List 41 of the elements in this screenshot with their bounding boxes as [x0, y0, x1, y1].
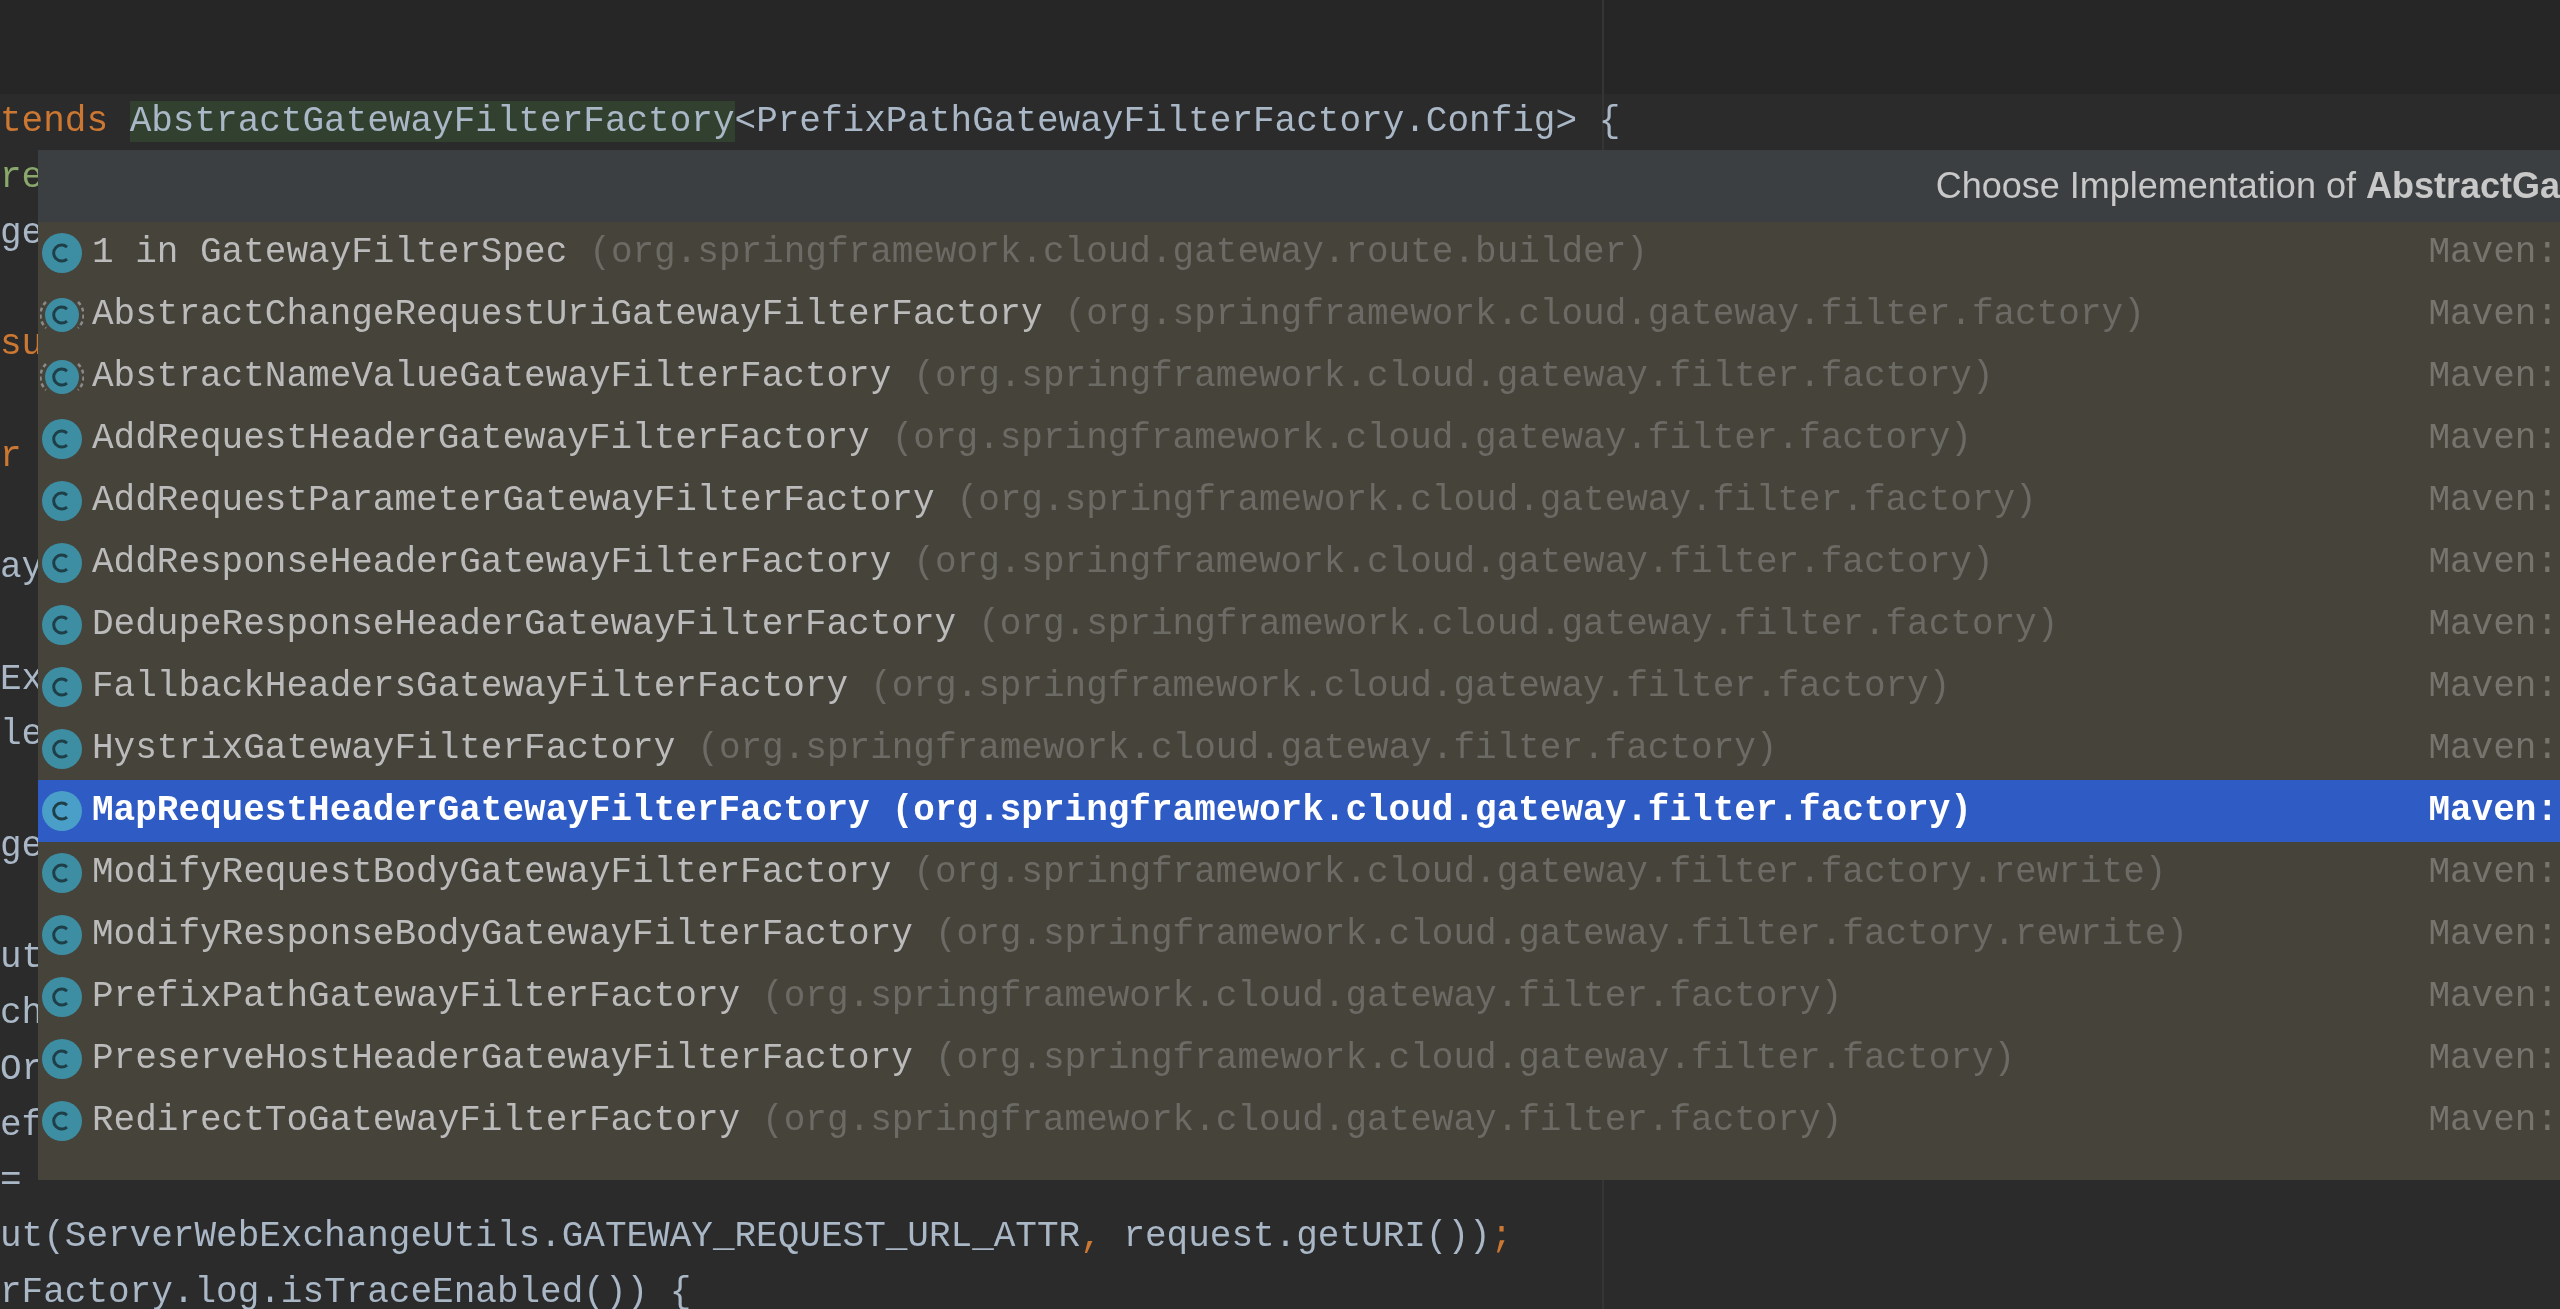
class-icon: [41, 232, 83, 274]
class-name: AddRequestParameterGatewayFilterFactory: [92, 479, 935, 523]
popup-title: Choose Implementation of AbstractGa: [1935, 164, 2560, 208]
class-icon: [41, 666, 83, 708]
code-line: tends AbstractGatewayFilterFactory<PrefixPathGatewayFilterFactory.Config> {: [0, 100, 1621, 144]
class-name: MapRequestHeaderGatewayFilterFactory: [92, 789, 870, 833]
class-name: HystrixGatewayFilterFactory: [92, 727, 676, 771]
class-name: AbstractNameValueGatewayFilterFactory: [92, 355, 892, 399]
class-icon: [41, 1038, 83, 1080]
class-name: ModifyResponseBodyGatewayFilterFactory: [92, 913, 913, 957]
class-name: RedirectToGatewayFilterFactory: [92, 1099, 741, 1143]
implementation-item[interactable]: MapRequestHeaderGatewayFilterFactory (org.springframework.cloud.gateway.filter.factory) Maven:: [38, 780, 2560, 842]
class-name: FallbackHeadersGatewayFilterFactory: [92, 665, 849, 709]
class-name: AddRequestHeaderGatewayFilterFactory: [92, 417, 870, 461]
library-label: Maven:: [2428, 789, 2559, 833]
class-name: DedupeResponseHeaderGatewayFilterFactory: [92, 603, 957, 647]
class-icon: [41, 480, 83, 522]
code-line: ut: [0, 936, 44, 981]
class-name: PrefixPathGatewayFilterFactory: [92, 975, 741, 1019]
class-icon: [41, 790, 83, 832]
code-line: =: [0, 1159, 22, 1204]
package-name: (org.springframework.cloud.gateway.filter.factory): [891, 789, 1972, 833]
class-icon: [41, 976, 83, 1018]
code-line: Or: [0, 1047, 44, 1092]
class-icon: [41, 852, 83, 894]
class-name: AddResponseHeaderGatewayFilterFactory: [92, 541, 892, 585]
class-icon: [41, 418, 83, 460]
class-name: PreserveHostHeaderGatewayFilterFactory: [92, 1037, 913, 1081]
class-name: 1 in GatewayFilterSpec: [92, 231, 568, 275]
code-line: r: [0, 434, 22, 479]
code-line: ef: [0, 1103, 44, 1148]
class-icon: [41, 728, 83, 770]
code-line: ut(ServerWebExchangeUtils.GATEWAY_REQUEST_URL_ATTR, request.getURI());: [0, 1215, 1513, 1259]
code-line: Ex: [0, 657, 44, 702]
class-icon: [41, 1100, 83, 1142]
class-icon: [41, 542, 83, 584]
class-name: ModifyRequestBodyGatewayFilterFactory: [92, 851, 892, 895]
class-icon: [41, 914, 83, 956]
class-icon: [41, 604, 83, 646]
code-line: rFactory.log.isTraceEnabled()) {: [0, 1270, 692, 1309]
class-name: AbstractChangeRequestUriGatewayFilterFactory: [92, 293, 1043, 337]
